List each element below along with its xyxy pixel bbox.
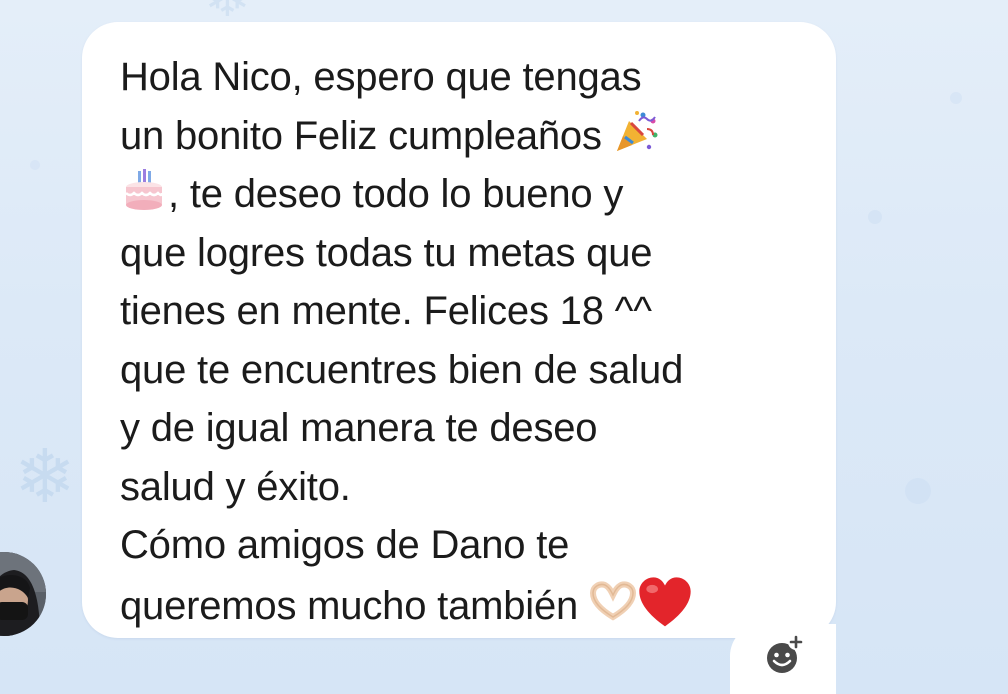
message-line-text: Cómo amigos de Dano te [120,523,570,567]
add-reaction-icon [767,634,804,673]
message-line-text: , te deseo todo lo bueno y [168,172,624,216]
message-line: tienes en mente. Felices 18 ^^ [120,282,820,341]
snowflake-decoration-icon: ❄ [14,434,77,520]
background-dot [868,210,882,224]
background-dot [905,478,931,504]
profile-photo-icon [0,552,46,636]
message-line: Hola Nico, espero que tengas [120,48,820,107]
message-line-text: un bonito Feliz cumpleaños [120,113,602,158]
background-dot [950,92,962,104]
message-line: un bonito Feliz cumpleaños [120,107,820,166]
message-line-text: Hola Nico, espero que tengas [120,55,642,99]
message-line: salud y éxito. [120,458,820,517]
add-reaction-button[interactable] [762,632,806,676]
sender-avatar[interactable] [0,552,46,636]
message-line: , te deseo todo lo bueno y [120,165,820,224]
background-dot [30,160,40,170]
message-line-text: y de igual manera te deseo [120,406,598,450]
message-line-text: salud y éxito. [120,464,351,509]
message-line: que te encuentres bien de salud [120,341,820,400]
heart-hands-icon [589,581,636,620]
message-line-text: tienes en mente. Felices 18 ^^ [120,289,652,333]
red-heart-icon [639,576,691,626]
message-line-text: queremos mucho también [120,583,579,628]
party-popper-icon [616,110,658,151]
message-line: y de igual manera te deseo [120,399,820,458]
message-text: Hola Nico, espero que tengas un bonito F… [120,48,820,635]
message-line-text: que logres todas tu metas que [120,230,653,275]
message-line: queremos mucho también [120,575,820,636]
message-line-text: que te encuentres bien de salud [120,347,684,392]
message-line: Cómo amigos de Dano te [120,516,820,575]
message-bubble[interactable]: Hola Nico, espero que tengas un bonito F… [82,22,836,638]
birthday-cake-icon [125,169,164,210]
message-line: que logres todas tu metas que [120,224,820,283]
